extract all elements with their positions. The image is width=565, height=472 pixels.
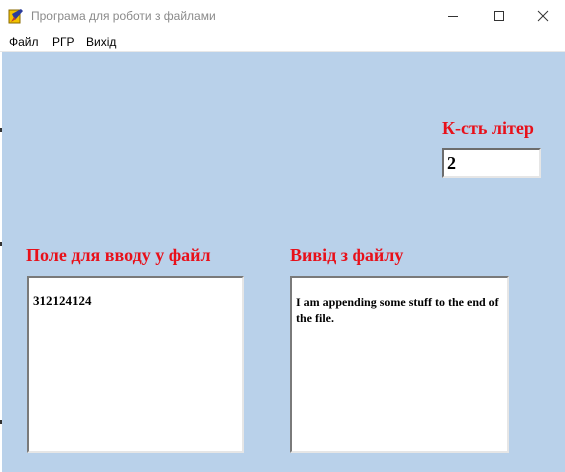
title-bar[interactable]: Програма для роботи з файлами: [0, 0, 565, 32]
delphi-app-icon: [8, 9, 23, 24]
close-button[interactable]: [520, 0, 565, 32]
form-client-area: К-сть літер Поле для вводу у файл 312124…: [2, 52, 565, 472]
menu-item-file[interactable]: Файл: [9, 35, 39, 49]
letter-count-input[interactable]: [442, 148, 541, 178]
file-input-label: Поле для вводу у файл: [26, 245, 211, 265]
minimize-icon: [448, 16, 458, 17]
app-window: Програма для роботи з файлами Файл РГР В…: [0, 0, 565, 472]
maximize-icon: [494, 11, 504, 21]
file-input-memo[interactable]: 312124124: [27, 276, 244, 453]
file-output-memo[interactable]: I am appending some stuff to the end of …: [290, 276, 509, 453]
window-edge-mark: [0, 420, 2, 424]
menu-item-exit[interactable]: Вихід: [86, 35, 116, 49]
file-output-label: Вивід з файлу: [290, 245, 404, 265]
window-title: Програма для роботи з файлами: [31, 9, 216, 23]
maximize-button[interactable]: [476, 0, 522, 32]
letter-count-label: К-сть літер: [442, 118, 534, 138]
minimize-button[interactable]: [430, 0, 476, 32]
window-edge-mark: [0, 128, 2, 132]
window-edge-mark: [0, 242, 2, 246]
close-icon: [537, 10, 549, 22]
menu-item-rgr[interactable]: РГР: [52, 35, 75, 49]
menu-bar: Файл РГР Вихід: [0, 32, 565, 52]
